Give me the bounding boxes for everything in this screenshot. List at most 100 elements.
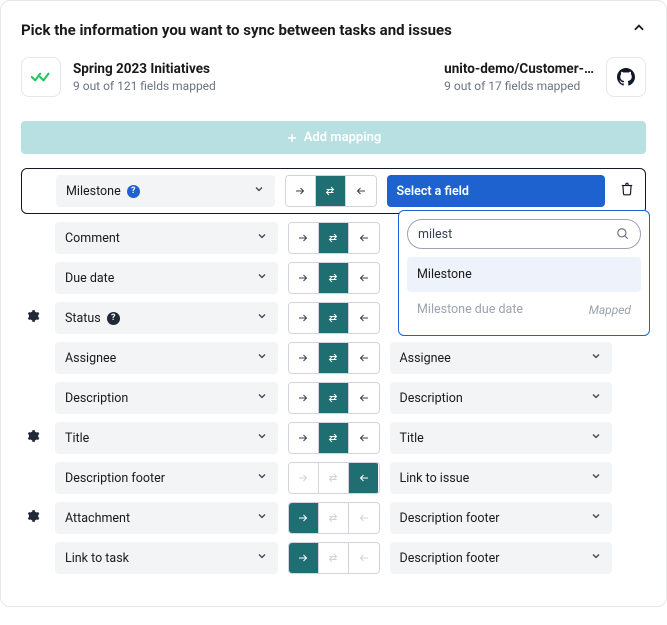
- direction-left-button[interactable]: [349, 223, 378, 253]
- direction-right-button[interactable]: [289, 463, 319, 493]
- chevron-down-icon: [590, 510, 602, 526]
- tool-b-meta: unito-demo/Customer-… 9 out of 17 fields…: [444, 61, 594, 93]
- trash-column[interactable]: [615, 182, 639, 200]
- field-select-left[interactable]: Due date: [55, 262, 278, 294]
- dropdown-item-milestone-due[interactable]: Milestone due date Mapped: [407, 292, 641, 327]
- field-select-right[interactable]: Link to issue: [390, 462, 613, 494]
- gear-icon[interactable]: [26, 509, 40, 527]
- field-select-right[interactable]: Assignee: [390, 342, 613, 374]
- direction-right-button[interactable]: [289, 543, 319, 573]
- help-icon[interactable]: ?: [127, 185, 140, 198]
- direction-right-button[interactable]: [289, 263, 319, 293]
- field-select-left[interactable]: Milestone?: [56, 175, 275, 207]
- direction-left-button[interactable]: [349, 423, 378, 453]
- chevron-down-icon: [590, 470, 602, 486]
- gear-column[interactable]: [21, 429, 45, 447]
- field-select-left[interactable]: Comment: [55, 222, 278, 254]
- direction-both-button[interactable]: [319, 343, 349, 373]
- direction-group: [288, 502, 380, 534]
- plus-icon: [286, 132, 298, 144]
- field-label: Assignee: [65, 351, 116, 366]
- direction-both-button[interactable]: [319, 383, 349, 413]
- direction-right-button[interactable]: [289, 503, 319, 533]
- dropdown-search-input[interactable]: [418, 227, 610, 242]
- chevron-down-icon: [256, 310, 268, 326]
- field-label: Comment: [65, 231, 120, 246]
- field-select-right[interactable]: Description footer: [390, 502, 613, 534]
- field-select-left[interactable]: Link to task: [55, 542, 278, 574]
- field-label: Link to issue: [400, 471, 470, 486]
- github-icon: [617, 68, 635, 86]
- direction-both-button[interactable]: [319, 303, 349, 333]
- collapse-icon[interactable]: [632, 21, 646, 39]
- gear-column[interactable]: [21, 509, 45, 527]
- field-select-right[interactable]: Description footer: [390, 542, 613, 574]
- direction-both-button[interactable]: [319, 463, 349, 493]
- gear-column[interactable]: [21, 309, 45, 327]
- direction-right-button[interactable]: [289, 343, 319, 373]
- direction-left-button[interactable]: [349, 503, 378, 533]
- direction-left-button[interactable]: [349, 383, 378, 413]
- tool-b-icon: [606, 57, 646, 97]
- chevron-down-icon: [590, 390, 602, 406]
- direction-left-button[interactable]: [349, 263, 378, 293]
- search-icon: [616, 227, 630, 241]
- add-mapping-button[interactable]: Add mapping: [21, 121, 646, 154]
- direction-both-button[interactable]: [319, 543, 349, 573]
- field-label: Milestone?: [66, 184, 140, 199]
- field-select-left[interactable]: Attachment: [55, 502, 278, 534]
- direction-group: [288, 342, 380, 374]
- tool-b: unito-demo/Customer-… 9 out of 17 fields…: [340, 57, 647, 97]
- field-select-left[interactable]: Assignee: [55, 342, 278, 374]
- field-label: Description: [65, 391, 128, 406]
- field-label: Attachment: [65, 511, 130, 526]
- dropdown-search[interactable]: [407, 219, 641, 249]
- field-label: Status?: [65, 311, 120, 326]
- direction-both-button[interactable]: [319, 263, 349, 293]
- chevron-down-icon: [590, 550, 602, 566]
- help-icon[interactable]: ?: [107, 312, 120, 325]
- field-label: Description footer: [65, 471, 165, 486]
- field-select-left[interactable]: Title: [55, 422, 278, 454]
- field-label: Link to task: [65, 551, 129, 566]
- direction-both-button[interactable]: [316, 176, 346, 206]
- chevron-down-icon: [256, 510, 268, 526]
- field-select-right[interactable]: Description: [390, 382, 613, 414]
- chevron-down-icon: [256, 390, 268, 406]
- direction-right-button[interactable]: [289, 303, 319, 333]
- direction-right-button[interactable]: [289, 383, 319, 413]
- tool-a: Spring 2023 Initiatives 9 out of 121 fie…: [21, 57, 328, 97]
- mapping-row: Title Title: [21, 422, 646, 454]
- direction-left-button[interactable]: [349, 463, 378, 493]
- direction-right-button[interactable]: [289, 223, 319, 253]
- field-select-left[interactable]: Description footer: [55, 462, 278, 494]
- connection-summary: Spring 2023 Initiatives 9 out of 121 fie…: [21, 57, 646, 97]
- gear-icon[interactable]: [26, 309, 40, 327]
- direction-right-button[interactable]: [289, 423, 319, 453]
- direction-left-button[interactable]: [349, 343, 378, 373]
- chevron-down-icon: [590, 350, 602, 366]
- dropdown-item-label: Milestone due date: [417, 302, 523, 317]
- field-select-right[interactable]: Title: [390, 422, 613, 454]
- field-label: Due date: [65, 271, 114, 286]
- direction-both-button[interactable]: [319, 423, 349, 453]
- direction-group: [285, 175, 377, 207]
- chevron-down-icon: [253, 183, 265, 199]
- direction-left-button[interactable]: [349, 303, 378, 333]
- dropdown-item-milestone[interactable]: Milestone: [407, 257, 641, 292]
- direction-left-button[interactable]: [349, 543, 378, 573]
- direction-both-button[interactable]: [319, 503, 349, 533]
- tool-b-sub: 9 out of 17 fields mapped: [444, 79, 594, 93]
- field-label: Assignee: [400, 351, 451, 366]
- mapping-row: Description Description: [21, 382, 646, 414]
- field-label: Title: [400, 431, 424, 446]
- trash-icon[interactable]: [620, 182, 634, 200]
- direction-right-button[interactable]: [286, 176, 316, 206]
- field-select-left[interactable]: Status?: [55, 302, 278, 334]
- gear-icon[interactable]: [26, 429, 40, 447]
- direction-left-button[interactable]: [346, 176, 375, 206]
- field-select-left[interactable]: Description: [55, 382, 278, 414]
- chevron-down-icon: [256, 470, 268, 486]
- direction-both-button[interactable]: [319, 223, 349, 253]
- select-a-field-dropdown[interactable]: Select a field: [387, 175, 606, 207]
